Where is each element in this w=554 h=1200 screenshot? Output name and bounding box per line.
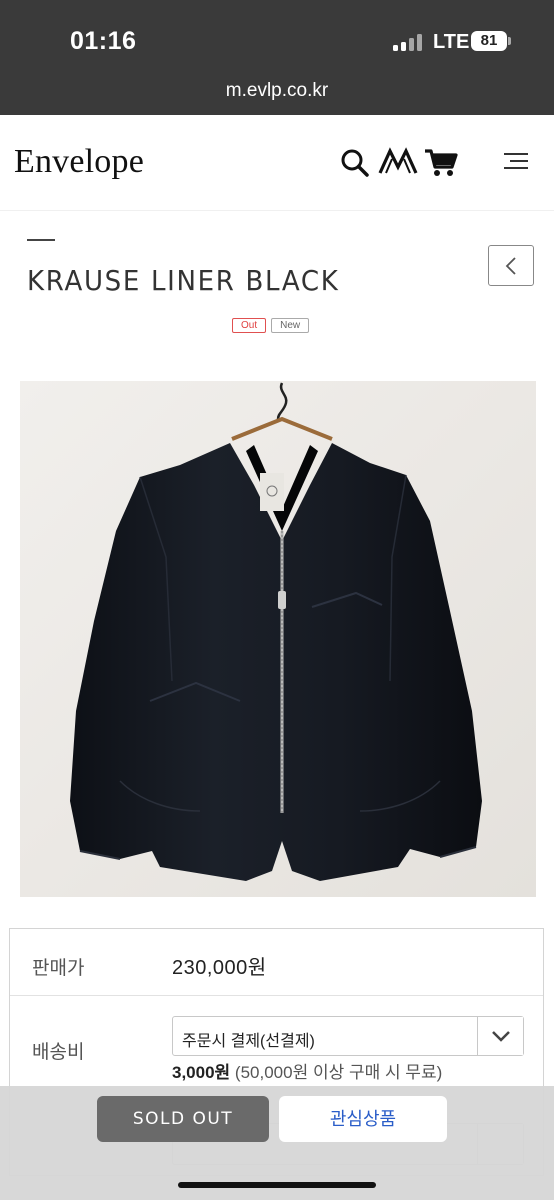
network-type: LTE xyxy=(433,31,470,53)
menu-icon[interactable] xyxy=(500,145,530,179)
browser-chrome: 01:16 LTE 81 m.evlp.co.kr xyxy=(0,0,554,115)
site-header: Envelope xyxy=(0,115,554,211)
product-badges: Out New xyxy=(232,318,310,333)
cart-icon[interactable] xyxy=(424,145,458,179)
price-row: 판매가 230,000원 xyxy=(10,929,543,996)
bottom-action-bar: SOLD OUT 관심상품 xyxy=(0,1086,554,1200)
chevron-down-icon[interactable] xyxy=(477,1017,523,1055)
wishlist-button[interactable]: 관심상품 xyxy=(279,1096,447,1142)
price-label: 판매가 xyxy=(32,958,85,979)
battery-icon: 81 xyxy=(471,31,507,51)
price-value: 230,000원 xyxy=(172,957,267,979)
search-icon[interactable] xyxy=(340,145,370,179)
status-time: 01:16 xyxy=(70,27,137,55)
new-badge: New xyxy=(271,318,310,333)
shipping-free-condition: (50,000원 이상 구매 시 무료) xyxy=(234,1063,443,1082)
battery-tip xyxy=(508,37,511,45)
back-button[interactable] xyxy=(488,245,534,286)
site-logo[interactable]: Envelope xyxy=(14,143,144,181)
out-badge: Out xyxy=(232,318,267,333)
signal-icon xyxy=(393,34,423,51)
jacket-illustration xyxy=(20,381,536,897)
chevron-left-icon xyxy=(505,257,516,275)
status-bar: 01:16 LTE 81 xyxy=(0,0,554,78)
product-title: KRAUSE LINER BLACK xyxy=(27,264,340,297)
shipping-method-value: 주문시 결제(선결제) xyxy=(182,1033,315,1050)
title-divider xyxy=(27,239,55,241)
shipping-note: 3,000원 (50,000원 이상 구매 시 무료) xyxy=(172,1058,442,1083)
address-bar[interactable]: m.evlp.co.kr xyxy=(0,80,554,102)
product-image[interactable] xyxy=(20,381,536,897)
home-indicator[interactable] xyxy=(178,1182,376,1188)
soldout-button[interactable]: SOLD OUT xyxy=(97,1096,269,1142)
shipping-method-select[interactable]: 주문시 결제(선결제) xyxy=(172,1016,524,1056)
shipping-fee: 3,000원 xyxy=(172,1063,231,1082)
brand-logo-icon[interactable] xyxy=(378,145,418,179)
shipping-label: 배송비 xyxy=(32,1042,85,1063)
